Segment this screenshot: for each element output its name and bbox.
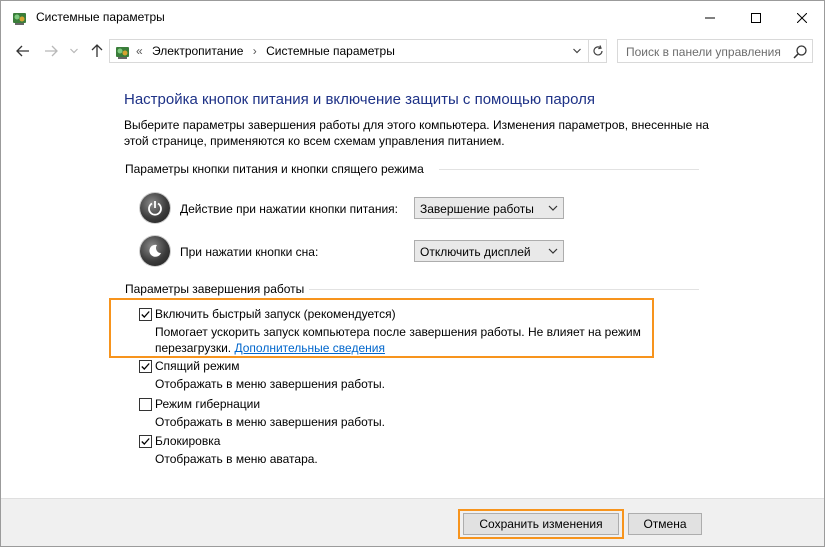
fast-startup-label[interactable]: Включить быстрый запуск (рекомендуется)	[155, 307, 396, 321]
recent-locations-button[interactable]	[67, 41, 81, 61]
navigation-bar: « Электропитание › Системные параметры П…	[1, 34, 824, 68]
fast-startup-description-line1: Помогает ускорить запуск компьютера посл…	[155, 325, 641, 339]
forward-button[interactable]	[41, 41, 61, 61]
address-dropdown-button[interactable]	[568, 40, 586, 62]
power-button-action-label: Действие при нажатии кнопки питания:	[180, 202, 399, 216]
hibernate-checkbox[interactable]	[139, 398, 152, 411]
arrow-up-icon	[91, 44, 103, 57]
up-button[interactable]	[87, 41, 107, 61]
search-input[interactable]: Поиск в панели управления	[617, 39, 813, 63]
arrow-left-icon	[16, 45, 29, 57]
footer-bar: Сохранить изменения Отмена	[1, 498, 824, 546]
chevron-down-icon	[70, 48, 78, 54]
power-buttons-group-header: Параметры кнопки питания и кнопки спящег…	[125, 162, 424, 176]
sleep-button-action-label: При нажатии кнопки сна:	[180, 245, 319, 259]
window-title: Системные параметры	[36, 10, 165, 24]
sleep-checkbox[interactable]	[139, 360, 152, 373]
group-divider	[439, 169, 699, 170]
back-button[interactable]	[13, 41, 33, 61]
hibernate-description: Отображать в меню завершения работы.	[155, 415, 386, 429]
close-button[interactable]	[779, 1, 825, 34]
breadcrumb-item-system-settings[interactable]: Системные параметры	[266, 44, 395, 58]
refresh-button[interactable]	[588, 40, 607, 62]
breadcrumb-separator[interactable]: ›	[253, 44, 257, 58]
control-panel-icon	[13, 13, 26, 25]
power-button-action-value: Завершение работы	[420, 202, 534, 216]
maximize-icon	[751, 12, 761, 23]
control-panel-icon	[116, 47, 129, 59]
refresh-icon	[593, 45, 603, 56]
breadcrumb-item-power[interactable]: Электропитание	[152, 44, 243, 58]
sleep-label[interactable]: Спящий режим	[155, 359, 239, 373]
sleep-button-action-select[interactable]: Отключить дисплей	[414, 240, 564, 262]
minimize-button[interactable]	[687, 1, 733, 34]
settings-window: Системные параметры « Электропитание › С…	[0, 0, 825, 547]
power-button-icon	[140, 193, 170, 223]
main-content: Настройка кнопок питания и включение защ…	[1, 68, 824, 498]
page-description: Выберите параметры завершения работы для…	[124, 118, 709, 148]
breadcrumb: « Электропитание › Системные параметры	[136, 44, 401, 58]
search-icon[interactable]	[792, 44, 808, 60]
shutdown-group-header: Параметры завершения работы	[125, 282, 305, 296]
chevron-down-icon	[548, 205, 558, 211]
close-icon	[797, 12, 807, 23]
lock-label[interactable]: Блокировка	[155, 434, 220, 448]
sleep-button-icon	[140, 236, 170, 266]
power-button-action-select[interactable]: Завершение работы	[414, 197, 564, 219]
breadcrumb-overflow[interactable]: «	[136, 44, 143, 58]
hibernate-label[interactable]: Режим гибернации	[155, 397, 260, 411]
fast-startup-description-text: перезагрузки.	[155, 341, 232, 355]
search-placeholder: Поиск в панели управления	[626, 45, 781, 59]
chevron-down-icon	[548, 248, 558, 254]
arrow-right-icon	[45, 45, 58, 57]
sleep-description: Отображать в меню завершения работы.	[155, 377, 386, 391]
fast-startup-checkbox[interactable]	[139, 308, 152, 321]
more-info-link[interactable]: Дополнительные сведения	[234, 341, 384, 355]
lock-description: Отображать в меню аватара.	[155, 452, 318, 466]
title-bar[interactable]: Системные параметры	[1, 1, 824, 34]
checkmark-icon	[141, 438, 150, 445]
minimize-icon	[705, 17, 715, 18]
checkmark-icon	[141, 363, 150, 370]
lock-checkbox[interactable]	[139, 435, 152, 448]
save-changes-button[interactable]: Сохранить изменения	[463, 513, 619, 535]
sleep-button-action-value: Отключить дисплей	[420, 245, 531, 259]
checkmark-icon	[141, 311, 150, 318]
fast-startup-description-line2: перезагрузки. Дополнительные сведения	[155, 340, 385, 356]
maximize-button[interactable]	[733, 1, 779, 34]
chevron-down-icon	[573, 48, 581, 54]
group-divider	[309, 289, 699, 290]
address-bar[interactable]: « Электропитание › Системные параметры	[109, 39, 607, 63]
cancel-button[interactable]: Отмена	[628, 513, 702, 535]
page-title: Настройка кнопок питания и включение защ…	[124, 91, 595, 108]
